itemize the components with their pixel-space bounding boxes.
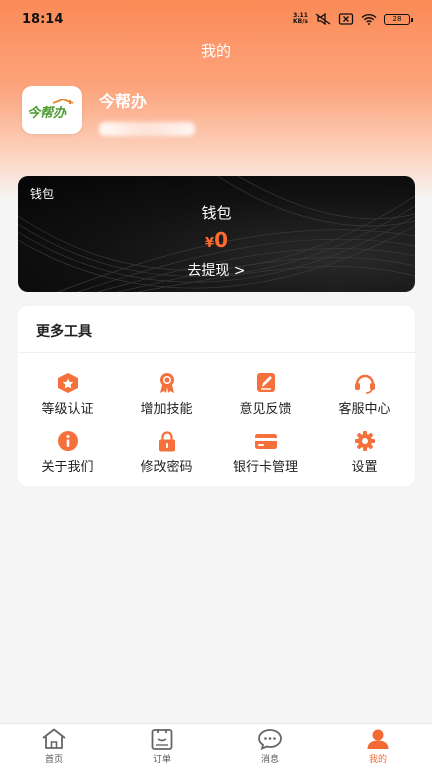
lock-icon — [158, 431, 175, 452]
bank-card-icon — [254, 434, 277, 449]
wifi-icon — [361, 13, 377, 25]
balance-value: 0 — [214, 228, 228, 252]
skill-medal-icon — [159, 373, 174, 393]
tool-label: 银行卡管理 — [232, 460, 298, 475]
tab-label: 消息 — [260, 755, 279, 765]
profile-section[interactable]: 今帮办 今帮办 — [22, 86, 195, 136]
tool-settings[interactable]: 设置 — [315, 430, 414, 475]
wallet-title: 钱包 — [201, 204, 232, 222]
tool-customer-service[interactable]: 客服中心 — [315, 372, 414, 417]
tab-orders[interactable]: 订单 — [108, 724, 216, 768]
battery-icon: 28 — [384, 13, 413, 25]
tool-change-password[interactable]: 修改密码 — [117, 430, 216, 475]
message-icon — [258, 729, 282, 750]
info-icon — [57, 431, 78, 451]
status-icons: 3.11 KB/s 28 — [293, 13, 413, 25]
tab-label: 订单 — [152, 755, 171, 765]
house-logo-icon: 今帮办 — [27, 99, 74, 121]
tool-bank-card[interactable]: 银行卡管理 — [216, 430, 315, 475]
no-sim-icon — [338, 13, 354, 25]
tool-label: 设置 — [351, 460, 378, 475]
tool-label: 等级认证 — [41, 402, 94, 417]
tool-label: 增加技能 — [140, 402, 193, 417]
status-bar: 18:14 3.11 KB/s 28 — [0, 0, 432, 38]
order-icon — [151, 729, 173, 750]
gear-icon — [354, 431, 375, 451]
home-icon — [42, 728, 66, 749]
bottom-tab-bar: 首页 订单 消息 我的 — [0, 723, 432, 768]
logo-text: 今帮办 — [27, 105, 67, 121]
network-speed-unit: KB/s — [293, 18, 308, 25]
app-logo-avatar[interactable]: 今帮办 — [22, 86, 82, 134]
tool-label: 意见反馈 — [239, 402, 292, 417]
tool-level-certification[interactable]: 等级认证 — [18, 372, 117, 417]
headset-icon — [354, 374, 375, 394]
withdraw-link[interactable]: 去提现 > — [18, 260, 415, 280]
tool-label: 客服中心 — [338, 402, 391, 417]
tool-about-us[interactable]: 关于我们 — [18, 430, 117, 475]
currency-symbol: ¥ — [205, 236, 215, 251]
wallet-tag: 钱包 — [30, 187, 55, 201]
profile-phone-blurred — [99, 122, 195, 136]
tab-label: 我的 — [368, 755, 387, 765]
level-badge-icon — [57, 373, 78, 393]
more-tools-card: 更多工具 等级认证 增加技能 意见反馈 客服中心 关于我们 修改密码 银行卡管理… — [18, 306, 415, 486]
tab-label: 首页 — [44, 755, 63, 765]
profile-icon — [367, 729, 389, 749]
profile-name: 今帮办 — [99, 92, 148, 111]
page-title: 我的 — [200, 42, 231, 60]
feedback-edit-icon — [256, 373, 275, 392]
status-time: 18:14 — [22, 11, 64, 27]
tools-title: 更多工具 — [36, 324, 92, 340]
tool-add-skill[interactable]: 增加技能 — [117, 372, 216, 417]
mute-icon — [315, 13, 331, 25]
tool-label: 关于我们 — [41, 460, 94, 475]
tab-messages[interactable]: 消息 — [216, 724, 324, 768]
tab-home[interactable]: 首页 — [0, 724, 108, 768]
wallet-card[interactable]: 钱包 钱包 ¥0 去提现 > — [18, 176, 415, 292]
tool-label: 修改密码 — [140, 460, 193, 475]
wallet-balance: ¥0 — [18, 228, 415, 252]
tool-feedback[interactable]: 意见反馈 — [216, 372, 315, 417]
divider — [18, 352, 415, 353]
tab-mine[interactable]: 我的 — [324, 724, 432, 768]
network-speed: 3.11 KB/s — [293, 13, 308, 25]
profile-info: 今帮办 — [99, 88, 195, 136]
